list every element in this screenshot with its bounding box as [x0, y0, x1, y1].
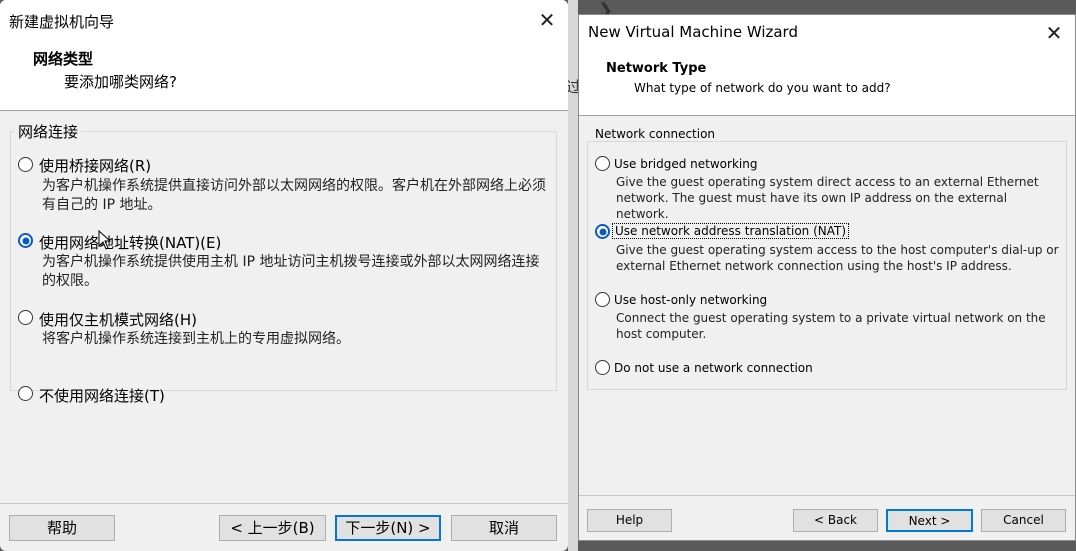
page-subtitle: 要添加哪类网络? — [64, 73, 177, 91]
window-title: 新建虚拟机向导 — [9, 13, 115, 31]
option-description: 为客户机操作系统提供使用主机 IP 地址访问主机拨号连接或外部以太网网络连接的权… — [42, 254, 540, 289]
radio-no-network[interactable] — [595, 360, 610, 375]
option-label[interactable]: 使用仅主机模式网络(H) — [39, 309, 197, 330]
title-bar: New Virtual Machine Wizard ✕ — [579, 15, 1075, 51]
option-label[interactable]: 使用桥接网络(R) — [39, 155, 151, 176]
next-button[interactable]: Next > — [886, 509, 973, 532]
page-title: 网络类型 — [33, 50, 94, 68]
mouse-cursor-icon — [98, 230, 112, 250]
option-description: 将客户机操作系统连接到主机上的专用虚拟网络。 — [42, 331, 350, 347]
close-icon[interactable]: ✕ — [1043, 22, 1065, 44]
option-label[interactable]: Use bridged networking — [614, 157, 757, 171]
next-button[interactable]: 下一步(N) > — [335, 515, 441, 541]
option-label[interactable]: 使用网络地址转换(NAT)(E) — [39, 232, 221, 253]
option-label[interactable]: Use network address translation (NAT) — [612, 223, 850, 239]
radio-no-network[interactable] — [18, 386, 33, 401]
option-description: Give the guest operating system direct a… — [616, 175, 1039, 221]
back-button[interactable]: < Back — [793, 509, 878, 532]
group-label: 网络连接 — [15, 121, 82, 142]
radio-host-only[interactable] — [18, 310, 33, 325]
title-bar: 新建虚拟机向导 ✕ — [0, 0, 568, 40]
footer-separator — [0, 503, 568, 504]
option-label[interactable]: 不使用网络连接(T) — [39, 385, 165, 406]
option-description: Give the guest operating system access t… — [616, 243, 1059, 273]
page-subtitle: What type of network do you want to add? — [634, 81, 891, 95]
option-description: 为客户机操作系统提供直接访问外部以太网网络的权限。客户机在外部网络上必须有自己的… — [42, 178, 546, 213]
wizard-dialog-english: New Virtual Machine Wizard ✕ Network Typ… — [578, 14, 1076, 541]
radio-nat[interactable] — [18, 233, 33, 248]
window-title: New Virtual Machine Wizard — [588, 23, 798, 41]
page-title: Network Type — [606, 61, 707, 76]
cancel-button[interactable]: Cancel — [981, 509, 1066, 532]
wizard-header: 网络类型 要添加哪类网络? — [0, 40, 568, 111]
help-button[interactable]: Help — [587, 509, 672, 532]
option-description: Connect the guest operating system to a … — [616, 311, 1046, 341]
back-button[interactable]: < 上一步(B) — [219, 515, 326, 541]
option-label[interactable]: Do not use a network connection — [614, 361, 813, 375]
help-button[interactable]: 帮助 — [9, 515, 115, 541]
close-icon[interactable]: ✕ — [536, 9, 558, 31]
radio-bridged[interactable] — [18, 157, 33, 172]
wizard-header: Network Type What type of network do you… — [579, 51, 1075, 116]
radio-nat[interactable] — [595, 224, 610, 239]
option-label[interactable]: Use host-only networking — [614, 293, 767, 307]
group-label: Network connection — [592, 127, 719, 141]
cancel-button[interactable]: 取消 — [451, 515, 557, 541]
radio-bridged[interactable] — [595, 156, 610, 171]
wizard-dialog-chinese: 新建虚拟机向导 ✕ 网络类型 要添加哪类网络? 网络连接 使用桥接网络(R) 为… — [0, 0, 568, 551]
radio-host-only[interactable] — [595, 292, 610, 307]
footer-separator — [579, 495, 1075, 496]
